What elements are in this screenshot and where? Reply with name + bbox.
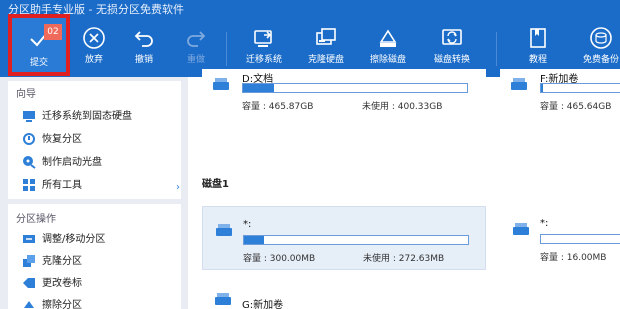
- clone-partition-icon: [22, 254, 36, 268]
- free-backup-button[interactable]: 免费备份: [578, 26, 620, 72]
- disk-convert-label: 磁盘转换: [433, 55, 470, 65]
- clone-disk-label: 克隆硬盘: [307, 55, 344, 65]
- wipe-disk-label: 擦除磁盘: [369, 55, 406, 65]
- migrate-icon: [252, 26, 276, 50]
- partition-card-disk1-p2[interactable]: *: 容量 : 16.00MB: [500, 206, 620, 270]
- convert-icon: [440, 26, 464, 50]
- capacity-label: 容量 : 465.87GB: [242, 102, 314, 112]
- sidebar-item-label: 恢复分区: [42, 134, 82, 145]
- partition-ops-panel: 分区操作 调整/移动分区 克隆分区 更改卷标 擦除分区: [8, 204, 181, 309]
- all-tools-icon: [22, 178, 36, 192]
- sidebar-item-recover-partition[interactable]: 恢复分区: [22, 132, 82, 148]
- usage-bar: [243, 235, 469, 245]
- drive-icon: [510, 77, 528, 91]
- disk-convert-button[interactable]: 磁盘转换: [428, 26, 476, 72]
- partition-name: G:新加卷: [242, 300, 284, 309]
- partition-card-disk1-p1[interactable]: *: 容量 : 300.00MB 未使用 : 272.63MB: [202, 206, 486, 270]
- chevron-right-icon[interactable]: ›: [176, 182, 180, 193]
- sidebar-item-bootable-disc[interactable]: 制作启动光盘: [22, 155, 102, 171]
- discard-button[interactable]: 放弃: [70, 26, 118, 72]
- discard-x-icon: [82, 26, 106, 50]
- unused-label: 未使用 : 272.63MB: [363, 254, 445, 264]
- wipe-partition-icon: [22, 298, 36, 309]
- ops-section-title: 分区操作: [16, 214, 56, 225]
- discard-label: 放弃: [84, 55, 103, 65]
- sidebar-item-label: 迁移系统到固态硬盘: [42, 111, 132, 122]
- redo-button[interactable]: 重做: [172, 26, 220, 72]
- redo-icon: [184, 26, 208, 50]
- sidebar-item-all-tools[interactable]: 所有工具: [22, 178, 82, 194]
- bootable-disc-icon: [22, 155, 36, 169]
- sidebar-item-change-label[interactable]: 更改卷标: [22, 276, 82, 292]
- capacity-label: 容量 : 300.00MB: [243, 254, 316, 264]
- partition-card-f[interactable]: F:新加卷 容量 : 465.64GB: [500, 69, 620, 117]
- partition-name: *:: [540, 218, 549, 229]
- partition-name: *:: [243, 219, 252, 230]
- undo-icon: [132, 26, 156, 50]
- sidebar-item-resize[interactable]: 调整/移动分区: [22, 232, 105, 248]
- sidebar: 向导 迁移系统到固态硬盘 恢复分区 制作启动光盘 所有工具 › 分区操作 调整/…: [0, 77, 188, 309]
- sidebar-item-clone-partition[interactable]: 克隆分区: [22, 254, 82, 270]
- drive-icon: [512, 222, 530, 236]
- usage-bar-fill: [243, 84, 275, 92]
- undo-button[interactable]: 撤销: [120, 26, 168, 72]
- usage-bar: [242, 83, 468, 93]
- wipe-disk-button[interactable]: 擦除磁盘: [364, 26, 412, 72]
- unused-label: 未使用 : 400.33GB: [362, 102, 443, 112]
- submit-button[interactable]: 02 提交: [8, 14, 70, 76]
- submit-label: 提交: [29, 58, 48, 68]
- sidebar-item-migrate-ssd[interactable]: 迁移系统到固态硬盘: [22, 109, 132, 125]
- migrate-label: 迁移系统: [245, 55, 282, 65]
- sidebar-item-label: 擦除分区: [42, 300, 82, 309]
- clone-disk-button[interactable]: 克隆硬盘: [302, 26, 350, 72]
- wizard-panel: 向导 迁移系统到固态硬盘 恢复分区 制作启动光盘 所有工具 ›: [8, 81, 181, 199]
- book-icon: [526, 26, 550, 50]
- sidebar-item-wipe-partition[interactable]: 擦除分区: [22, 298, 82, 309]
- usage-bar-fill: [244, 236, 265, 244]
- redo-label: 重做: [186, 55, 205, 65]
- clone-disk-icon: [314, 26, 338, 50]
- free-backup-label: 免费备份: [582, 55, 619, 65]
- sidebar-item-label: 所有工具: [42, 180, 82, 191]
- usage-bar: [540, 234, 620, 244]
- partition-card-empty[interactable]: [500, 284, 620, 309]
- partition-card-d[interactable]: D:文档 容量 : 465.87GB 未使用 : 400.33GB: [202, 69, 486, 117]
- drive-icon: [212, 77, 230, 91]
- label-icon: [22, 276, 36, 290]
- drive-icon: [215, 223, 233, 237]
- toolbar: 分区助手专业版 - 无损分区免费软件 02 提交 放弃 撤销 重做 迁移系统 克…: [0, 0, 620, 77]
- sidebar-item-label: 克隆分区: [42, 256, 82, 267]
- sidebar-item-label: 调整/移动分区: [42, 234, 106, 245]
- tutorial-label: 教程: [528, 55, 547, 65]
- tutorial-button[interactable]: 教程: [514, 26, 562, 72]
- pending-ops-badge: 02: [44, 24, 62, 40]
- migrate-system-button[interactable]: 迁移系统: [240, 26, 288, 72]
- usage-bar: [540, 83, 620, 93]
- migrate-ssd-icon: [22, 109, 36, 123]
- wizard-section-title: 向导: [16, 89, 36, 100]
- toolbar-divider: [226, 32, 227, 66]
- sidebar-item-label: 更改卷标: [42, 278, 82, 289]
- capacity-label: 容量 : 16.00MB: [540, 253, 607, 263]
- undo-label: 撤销: [134, 55, 153, 65]
- drive-icon: [214, 292, 232, 306]
- disk-map: D:文档 容量 : 465.87GB 未使用 : 400.33GB F:新加卷 …: [188, 69, 620, 309]
- toolbar-divider: [496, 32, 497, 66]
- usage-bar-fill: [541, 84, 543, 92]
- resize-icon: [22, 232, 36, 246]
- backup-icon: [589, 26, 613, 50]
- disk-1-label: 磁盘1: [202, 179, 229, 190]
- sidebar-item-label: 制作启动光盘: [42, 157, 102, 168]
- capacity-label: 容量 : 465.64GB: [540, 102, 612, 112]
- recover-partition-icon: [22, 132, 36, 146]
- partition-card-g[interactable]: G:新加卷: [202, 284, 486, 309]
- wipe-disk-icon: [376, 26, 400, 50]
